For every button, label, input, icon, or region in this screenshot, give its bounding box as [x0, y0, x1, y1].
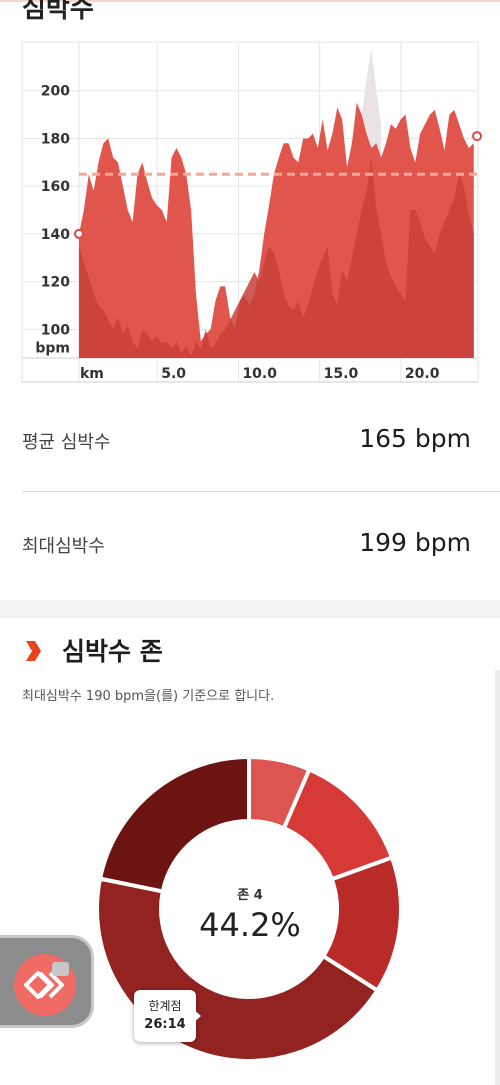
chevron-right-icon	[26, 641, 41, 661]
y-tick-label: 200	[41, 84, 70, 100]
zones-subtitle: 최대심박수 190 bpm을(를) 기준으로 합니다.	[22, 689, 275, 704]
y-tick-label: 140	[41, 227, 70, 243]
x-tick-label: km	[80, 366, 104, 382]
max-heart-rate-value: 199 bpm	[359, 528, 471, 557]
y-tick-label: 160	[41, 179, 70, 195]
heart-rate-card: 심박수 200 180 160 140 120 100 bpm km 5.0 10.0 15.0 20…	[0, 0, 500, 600]
section-gap	[0, 600, 500, 618]
x-tick-label: 10.0	[242, 366, 277, 382]
card-edge	[495, 670, 500, 1085]
x-tick-label: 20.0	[405, 366, 440, 382]
donut-center-zone-label: 존 4	[237, 888, 263, 903]
y-tick-label: 120	[41, 275, 70, 291]
max-heart-rate-row: 최대심박수 199 bpm	[22, 494, 500, 598]
y-tick-label: 100	[41, 322, 70, 338]
x-tick-label: 15.0	[324, 366, 359, 382]
end-marker	[472, 131, 482, 142]
y-tick-label: 180	[41, 131, 70, 147]
floating-assistant-panel[interactable]	[0, 935, 94, 1028]
avg-heart-rate-label: 평균 심박수	[22, 432, 111, 453]
keyboard-icon[interactable]	[52, 962, 69, 976]
heart-rate-chart[interactable]: 200 180 160 140 120 100 bpmkm 5.0 10.0 15.0 20.0	[0, 40, 500, 385]
zone-segment-5[interactable]	[97, 756, 251, 894]
tooltip-value: 26:14	[144, 1017, 186, 1032]
stat-divider	[22, 491, 500, 492]
y-axis-unit-label: bpm	[35, 340, 70, 356]
heart-rate-title: 심박수	[22, 0, 94, 24]
zone-tooltip: 한계점 26:14	[134, 990, 201, 1042]
avg-heart-rate-row: 평균 심박수 165 bpm	[22, 390, 500, 494]
donut-center-percentage: 44.2%	[199, 906, 301, 944]
tooltip-tail	[192, 1008, 201, 1024]
avg-heart-rate-value: 165 bpm	[359, 424, 471, 453]
tooltip-label: 한계점	[148, 999, 182, 1013]
zones-title: 심박수 존	[62, 637, 163, 666]
x-tick-label: 5.0	[161, 366, 186, 382]
max-heart-rate-label: 최대심박수	[22, 536, 105, 557]
start-marker	[74, 228, 84, 239]
